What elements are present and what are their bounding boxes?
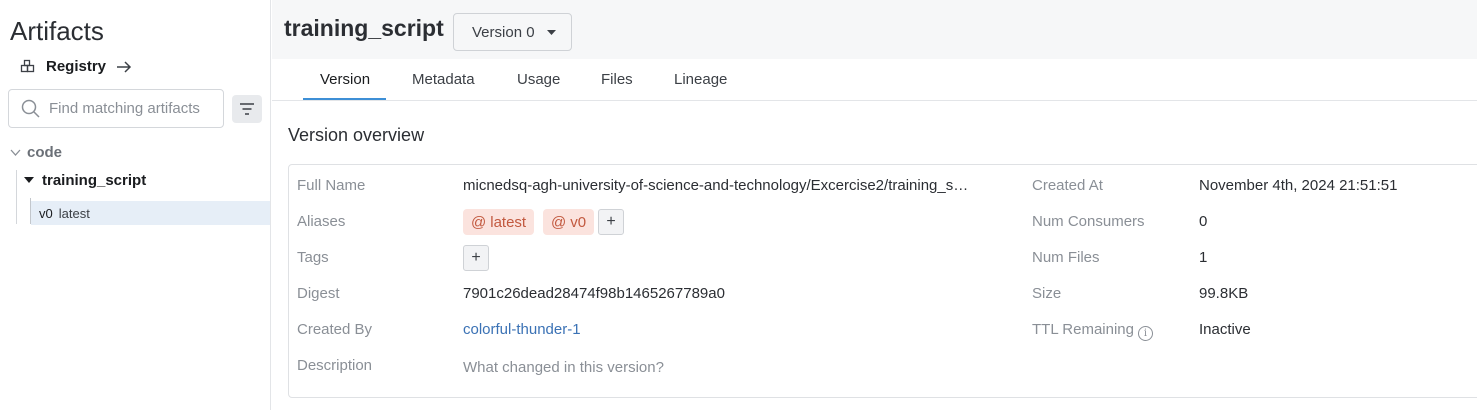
tab-metadata[interactable]: Metadata (412, 71, 475, 88)
search-input[interactable] (49, 100, 219, 117)
search-icon (21, 99, 40, 118)
filter-icon (240, 103, 254, 115)
tree-group-code[interactable]: code (10, 144, 62, 161)
num-consumers-label: Num Consumers (1032, 213, 1145, 230)
caret-down-icon (546, 29, 556, 35)
tab-usage[interactable]: Usage (517, 71, 560, 88)
created-at-value: November 4th, 2024 21:51:51 (1199, 177, 1398, 194)
sidebar-title: Artifacts (10, 16, 104, 46)
tab-files[interactable]: Files (601, 71, 633, 88)
plus-icon: + (606, 213, 616, 230)
num-files-value: 1 (1199, 249, 1208, 266)
digest-label: Digest (297, 285, 340, 302)
version-select-label: Version 0 (472, 23, 535, 41)
version-overview-card: Full Name micnedsq-agh-university-of-sci… (288, 164, 1477, 398)
created-at-label: Created At (1032, 177, 1103, 194)
description-input[interactable]: What changed in this version? (463, 359, 664, 376)
num-consumers-value: 0 (1199, 213, 1208, 230)
artifacts-sidebar: Artifacts Registry code (0, 0, 271, 410)
created-by-label: Created By (297, 321, 373, 338)
full-name-label: Full Name (297, 177, 366, 194)
chevron-down-icon (10, 149, 21, 156)
tree-guide-line (16, 170, 17, 224)
artifact-title: training_script (284, 15, 444, 41)
tree-artifact-item[interactable]: training_script (24, 172, 146, 189)
active-tab-indicator (303, 98, 386, 100)
caret-down-icon (24, 177, 34, 183)
tree-artifact-label: training_script (42, 172, 147, 189)
at-icon: @ (471, 213, 487, 231)
ttl-value: Inactive (1199, 321, 1251, 338)
alias-label: v0 (570, 213, 587, 231)
version-select[interactable]: Version 0 (453, 13, 572, 51)
registry-label: Registry (46, 58, 107, 75)
filter-button[interactable] (232, 95, 262, 123)
registry-link[interactable]: Registry (20, 58, 132, 75)
aliases-label: Aliases (297, 213, 346, 230)
search-box[interactable] (8, 89, 224, 128)
tab-version[interactable]: Version (320, 71, 370, 88)
ttl-label-wrap: TTL Remaining i (1032, 321, 1153, 341)
tags-label: Tags (297, 249, 329, 266)
tab-lineage[interactable]: Lineage (674, 71, 727, 88)
section-title: Version overview (288, 125, 425, 145)
description-label: Description (297, 357, 373, 374)
tab-bar: Version Metadata Usage Files Lineage (272, 59, 1477, 101)
add-tag-button[interactable]: + (463, 245, 489, 271)
size-label: Size (1032, 285, 1062, 302)
version-alias: latest (58, 205, 90, 221)
arrow-right-icon (117, 60, 132, 73)
version-id: v0 (39, 205, 53, 221)
full-name-value: micnedsq-agh-university-of-science-and-t… (463, 177, 969, 194)
plus-icon: + (471, 249, 481, 266)
alias-chip[interactable]: @ latest (463, 209, 535, 235)
artifact-header: training_script Version 0 (272, 0, 1477, 59)
at-icon: @ (551, 213, 567, 231)
info-icon[interactable]: i (1137, 326, 1153, 341)
alias-chip[interactable]: @ v0 (543, 209, 595, 235)
artifact-main: training_script Version 0 Version Metada… (272, 0, 1477, 410)
digest-value: 7901c26dead28474f98b1465267789a0 (463, 285, 725, 302)
add-alias-button[interactable]: + (598, 209, 624, 235)
created-by-link[interactable]: colorful-thunder-1 (463, 321, 581, 338)
size-value: 99.8KB (1199, 285, 1249, 302)
tree-group-label: code (27, 144, 63, 161)
registry-icon (20, 59, 35, 72)
ttl-label: TTL Remaining (1032, 321, 1134, 338)
tree-version-item[interactable]: v0 latest (31, 201, 270, 225)
alias-label: latest (490, 213, 527, 231)
num-files-label: Num Files (1032, 249, 1100, 266)
